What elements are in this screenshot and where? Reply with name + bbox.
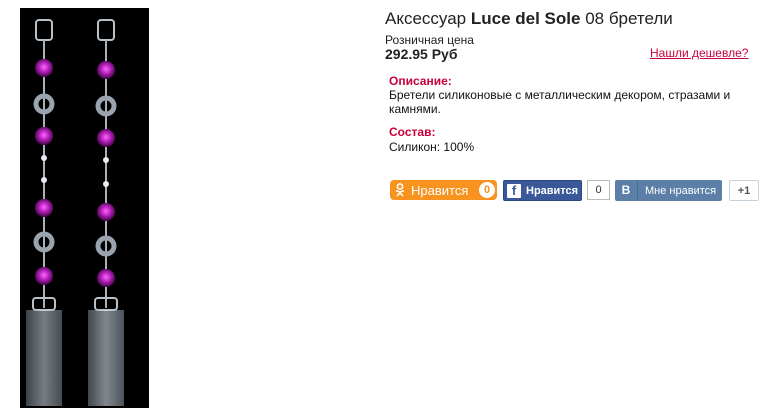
facebook-like-label: Нравится — [526, 184, 579, 197]
facebook-like-button[interactable]: f Нравится — [503, 180, 582, 201]
ok-like-count: 0 — [479, 182, 495, 198]
odnoklassniki-icon — [395, 183, 405, 197]
vk-icon: B — [615, 180, 638, 201]
found-cheaper-link[interactable]: Нашли дешевле? — [650, 46, 748, 60]
vk-like-label: Мне нравится — [645, 184, 717, 197]
ok-like-label: Нравится — [411, 182, 469, 198]
bra-straps-photo — [26, 19, 124, 406]
description-heading: Описание: — [389, 74, 452, 88]
vk-like-button[interactable]: B Мне нравится — [615, 180, 722, 201]
facebook-icon: f — [507, 183, 521, 198]
composition-text: Силикон: 100% — [389, 140, 475, 154]
brand-name: Luce del Sole — [470, 9, 581, 28]
product-image — [20, 8, 149, 408]
title-suffix: 08 бретели — [580, 9, 673, 28]
price-value: 292.95 Руб — [385, 46, 458, 62]
product-title: Аксессуар Luce del Sole 08 бретели — [385, 9, 673, 29]
title-prefix: Аксессуар — [385, 9, 471, 28]
description-text: Бретели силиконовые с металлическим деко… — [389, 88, 731, 116]
composition-heading: Состав: — [389, 125, 436, 139]
ok-like-button[interactable]: Нравится 0 — [390, 180, 497, 200]
facebook-like-count: 0 — [587, 180, 610, 200]
price-label: Розничная цена — [385, 33, 474, 47]
vk-like-count: +1 — [729, 180, 759, 201]
